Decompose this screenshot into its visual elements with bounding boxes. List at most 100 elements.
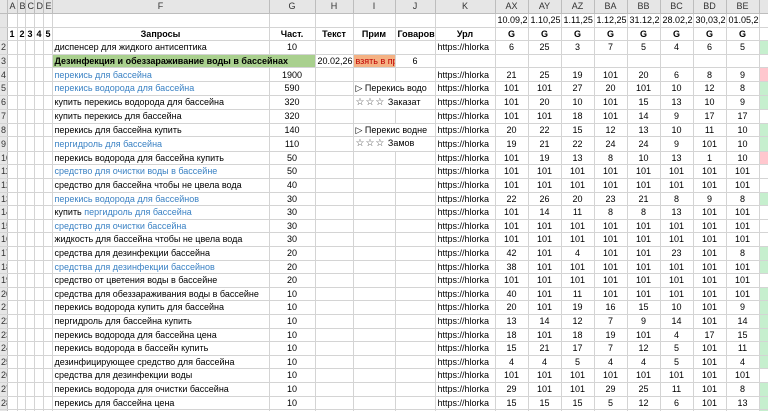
outline-cell[interactable] [7,123,18,138]
position-cell[interactable]: 101 [726,273,760,288]
position-cell[interactable]: 101 [726,287,760,302]
row-number[interactable]: 26 [0,368,8,383]
column-header-F[interactable]: F [52,0,270,15]
position-cell[interactable]: 21 [495,67,529,83]
dynamics-cell[interactable]: 90 [759,341,768,356]
outline-cell[interactable] [43,232,53,247]
engine-header[interactable]: G [561,27,595,42]
outline-cell[interactable] [7,54,18,69]
outline-cell[interactable] [17,136,26,152]
outline-cell[interactable] [17,314,26,329]
column-header-A[interactable]: A [7,0,18,15]
query-cell[interactable]: средства для дезинфекции бассейна [52,246,270,261]
section-title[interactable]: Дезинфекция и обеззараживание воды в бас… [52,54,316,69]
outline-cell[interactable] [7,40,18,55]
date-cell[interactable]: 28.02,26 [660,13,694,28]
position-cell[interactable]: 18 [561,328,595,343]
position-cell[interactable]: 101 [495,232,529,247]
position-cell[interactable]: 101 [528,273,562,288]
goods-cell[interactable] [395,40,436,55]
empty-cell[interactable] [52,13,270,28]
position-cell[interactable]: 101 [627,287,661,302]
outline-cell[interactable] [7,205,18,220]
outline-cell[interactable] [43,67,53,83]
url-cell[interactable]: https://hlorka [435,123,496,138]
empty-cell[interactable] [395,13,436,28]
url-cell[interactable]: https://hlorka [435,67,496,83]
outline-cell[interactable] [17,151,26,166]
row-number[interactable]: 11 [0,164,8,180]
position-cell[interactable]: 11 [561,287,595,302]
position-cell[interactable]: 25 [627,382,661,397]
text-cell[interactable] [315,368,354,383]
dynamics-cell[interactable]: 2 [759,328,768,343]
position-cell[interactable]: 101 [627,164,661,180]
empty-cell[interactable] [269,13,316,28]
text-cell[interactable] [315,260,354,275]
outline-cell[interactable] [17,81,26,96]
position-cell[interactable]: 9 [660,109,694,124]
position-cell[interactable]: 18 [561,109,595,124]
empty-cell[interactable] [353,13,396,28]
freq-cell[interactable]: 10 [269,368,316,383]
position-cell[interactable]: 101 [495,178,529,193]
dynamics-cell[interactable]: 1 [759,95,768,111]
freq-cell[interactable]: 20 [269,273,316,288]
position-cell[interactable]: 101 [594,246,628,261]
url-cell[interactable]: https://hlorka [435,95,496,111]
freq-cell[interactable]: 590 [269,81,316,96]
position-cell[interactable]: 21 [627,192,661,207]
outline-cell[interactable] [34,368,44,383]
row-number[interactable]: 24 [0,341,8,356]
position-cell[interactable]: 101 [693,355,727,370]
position-cell[interactable]: 101 [495,273,529,288]
position-cell[interactable]: 6 [495,40,529,55]
dyn-header[interactable]: Дин [759,27,768,42]
position-cell[interactable]: 101 [561,273,595,288]
column-header-H[interactable]: H [315,0,354,15]
outline-cell[interactable] [17,178,26,193]
position-cell[interactable]: 25 [528,40,562,55]
query-cell[interactable]: средство для бассейна чтобы не цвела вод… [52,178,270,193]
freq-cell[interactable]: 30 [269,192,316,207]
outline-cell[interactable] [17,396,26,411]
position-cell[interactable]: 29 [495,382,529,397]
outline-cell[interactable] [7,67,18,83]
freq-cell[interactable]: 10 [269,314,316,329]
freq-cell[interactable]: 320 [269,95,316,111]
position-cell[interactable]: 101 [693,382,727,397]
position-cell[interactable]: 20 [561,192,595,207]
freq-cell[interactable]: 320 [269,109,316,124]
position-cell[interactable]: 101 [528,300,562,315]
outline-cell[interactable] [25,368,35,383]
empty-cell[interactable] [561,54,595,69]
column-header-G[interactable]: G [269,0,316,15]
position-cell[interactable]: 101 [528,219,562,234]
outline-cell[interactable] [34,314,44,329]
outline-cell[interactable] [25,246,35,261]
position-cell[interactable]: 101 [726,232,760,247]
outline-cell[interactable] [43,355,53,370]
url-cell[interactable]: https://hlorka [435,151,496,166]
dynamics-cell[interactable]: 97 [759,355,768,370]
position-cell[interactable]: 42 [495,246,529,261]
url-cell[interactable]: https://hlorka [435,260,496,275]
position-cell[interactable]: 101 [495,164,529,180]
note-cell[interactable]: ▷ Перекис водне [353,123,436,138]
position-cell[interactable]: 5 [726,40,760,55]
column-header-E[interactable]: E [43,0,53,15]
outline-cell[interactable] [34,40,44,55]
text-cell[interactable] [315,396,354,411]
position-cell[interactable]: 38 [495,260,529,275]
goods-header[interactable]: Говаров [395,27,436,42]
goods-cell[interactable] [395,205,436,220]
query-cell[interactable]: перекись водорода для бассейна купить [52,151,270,166]
url-cell[interactable]: https://hlorka [435,341,496,356]
position-cell[interactable]: 22 [561,136,595,152]
position-cell[interactable]: 6 [693,40,727,55]
position-cell[interactable]: 17 [693,109,727,124]
outline-cell[interactable] [43,287,53,302]
outline-cell[interactable] [25,355,35,370]
position-cell[interactable]: 25 [528,67,562,83]
position-cell[interactable]: 8 [693,67,727,83]
